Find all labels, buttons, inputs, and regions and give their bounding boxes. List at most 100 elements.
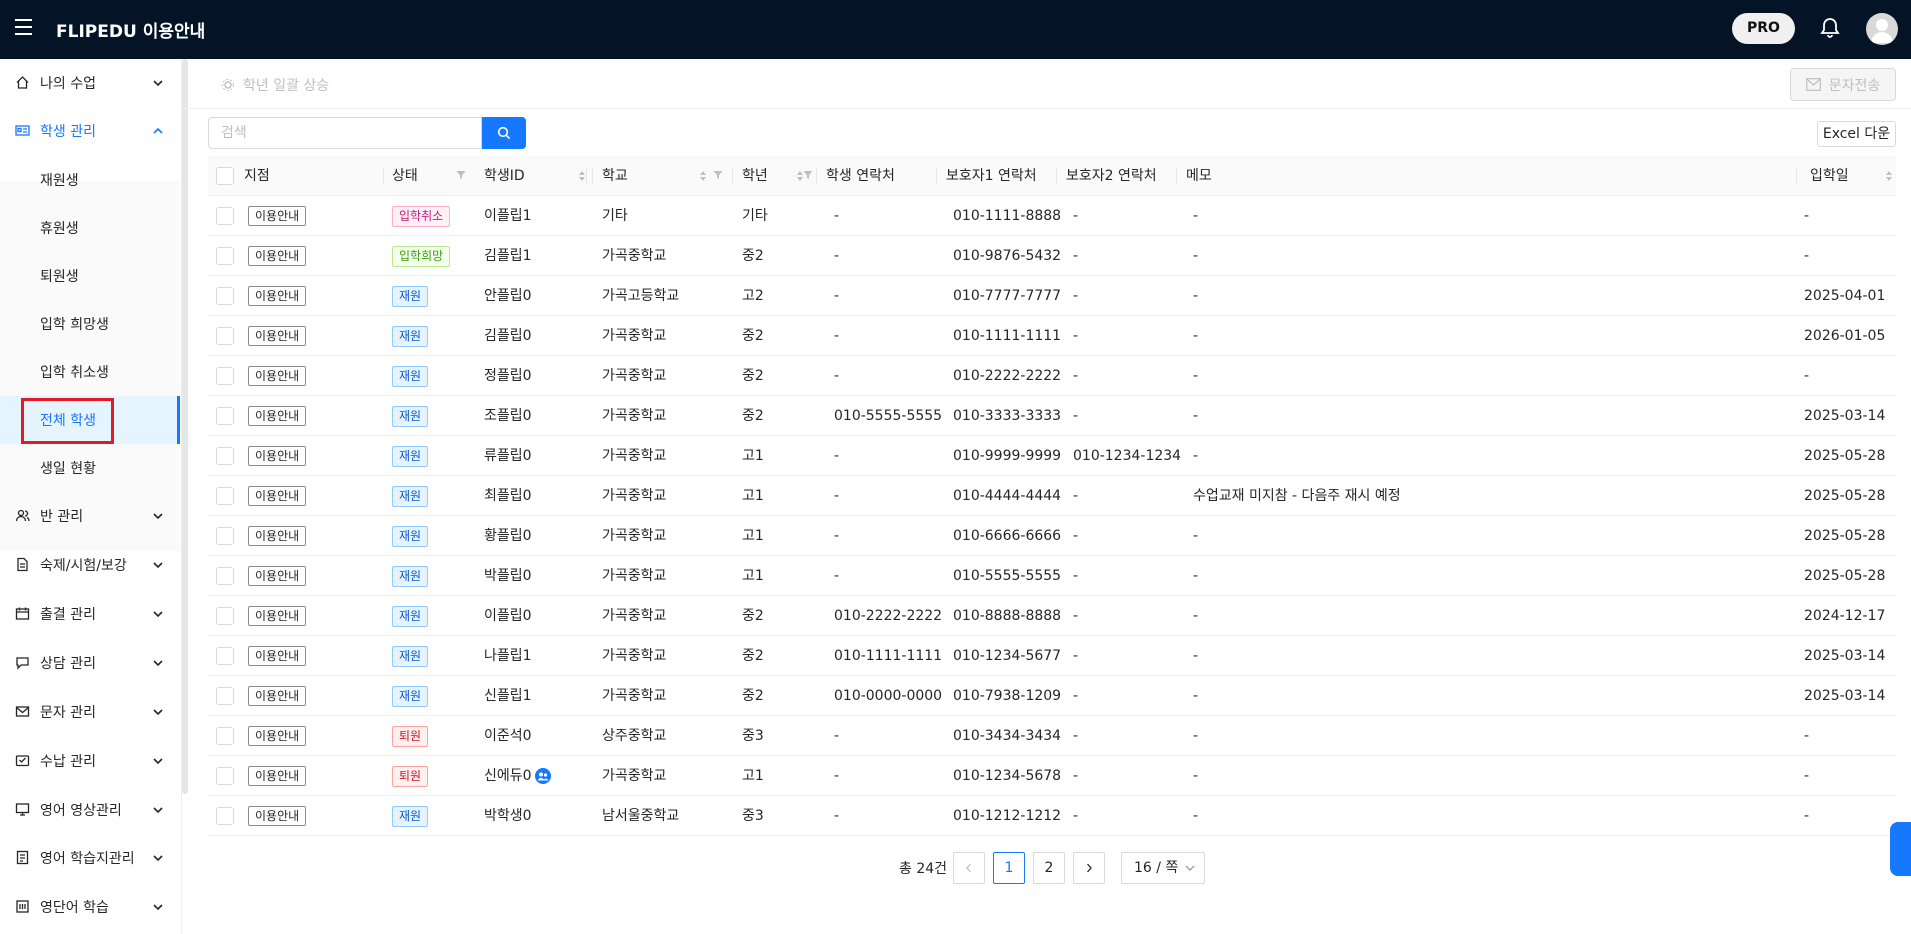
filter-icon[interactable] [713,170,723,180]
table-row[interactable]: 이용안내 입학취소 이플립1 기타 기타 -010-1111-8888- - - [208,196,1896,236]
search-button[interactable] [482,117,526,149]
table-row[interactable]: 이용안내 재원 김플립0 가곡중학교 중2-010-1111-1111- -2026-01… [208,316,1896,356]
student-id-link[interactable]: 나플립1 [484,636,532,676]
row-checkbox[interactable] [216,567,234,585]
table-row[interactable]: 이용안내 입학희망 김플립1 가곡중학교 중2-010-9876-5432- - - [208,236,1896,276]
column-header[interactable]: 학생 연락처 [826,156,895,196]
student-id-link[interactable]: 박플립0 [484,556,532,596]
page-2-button[interactable]: 2 [1033,852,1065,884]
row-checkbox[interactable] [216,807,234,825]
column-header[interactable]: 입학일 [1810,156,1849,196]
column-header[interactable]: 학교 [602,156,628,196]
table-row[interactable]: 이용안내 재원 류플립0 가곡중학교 고1 - 010-9999-9999 010-1234-… [208,436,1896,476]
table-row[interactable]: 이용안내 재원 나플립1 가곡중학교 중2 010-1111-1111 010-1234-5… [208,636,1896,676]
sibling-icon[interactable] [535,768,551,784]
filter-icon[interactable] [803,170,813,180]
row-checkbox[interactable] [216,767,234,785]
student-id-link[interactable]: 최플립0 [484,476,532,516]
sidebar-item-wallet[interactable]: 수납 관리 [0,737,180,785]
sort-icon[interactable] [578,170,586,182]
row-checkbox[interactable] [216,407,234,425]
row-checkbox[interactable] [216,247,234,265]
sidebar-item-book[interactable]: 영어 학습지관리 [0,834,180,882]
table-row[interactable]: 이용안내 재원 이플립0 가곡중학교 중2 010-2222-2222 010-8888-8… [208,596,1896,636]
sidebar-item-monitor[interactable]: 영어 영상관리 [0,786,180,834]
table-row[interactable]: 이용안내 재원 최플립0 가곡중학교 고1-010-4444-4444- 수업교재 미지참… [208,476,1896,516]
sort-icon[interactable] [1885,170,1893,182]
sort-icon[interactable] [699,170,707,182]
table-row[interactable]: 이용안내 퇴원 이준석0 상주중학교 중3-010-3434-3434- - - [208,716,1896,756]
sidebar-item-home[interactable]: 나의 수업 [0,59,180,107]
column-header[interactable]: 메모 [1186,156,1212,196]
submenu-item[interactable]: 퇴원생 [0,252,180,300]
student-id-link[interactable]: 신에듀0 [484,756,532,796]
student-id-link[interactable]: 류플립0 [484,436,532,476]
bulk-grade-up-button[interactable]: 학년 일괄 상승 [221,73,329,97]
row-checkbox[interactable] [216,447,234,465]
page-size-select[interactable]: 16 / 쪽 [1121,852,1205,884]
column-header[interactable]: 보호자1 연락처 [946,156,1037,196]
student-id-link[interactable]: 이준석0 [484,716,532,756]
row-checkbox[interactable] [216,647,234,665]
sidebar-item-chat[interactable]: 상담 관리 [0,639,180,687]
column-header[interactable]: 상태 [392,156,418,196]
user-avatar-icon[interactable] [1866,13,1898,45]
column-header[interactable]: 보호자2 연락처 [1066,156,1157,196]
sidebar-item-document[interactable]: 숙제/시험/보강 [0,541,180,589]
sms-send-button[interactable]: 문자전송 [1790,68,1896,101]
row-checkbox[interactable] [216,327,234,345]
page-1-button[interactable]: 1 [993,852,1025,884]
student-id-link[interactable]: 김플립1 [484,236,532,276]
table-row[interactable]: 이용안내 재원 신플립1 가곡중학교 중2 010-0000-0000 010-7938-1… [208,676,1896,716]
sidebar-scrollbar[interactable] [182,59,188,794]
student-id-link[interactable]: 이플립0 [484,596,532,636]
table-row[interactable]: 이용안내 재원 조플립0 가곡중학교 중2 010-5555-5555 010-3333-3… [208,396,1896,436]
table-row[interactable]: 이용안내 재원 안플립0 가곡고등학교 고2-010-7777-7777- -2025-0… [208,276,1896,316]
student-id-link[interactable]: 박학생0 [484,796,532,836]
row-checkbox[interactable] [216,487,234,505]
sidebar-item-mail[interactable]: 문자 관리 [0,688,180,736]
student-id-link[interactable]: 조플립0 [484,396,532,436]
table-row[interactable]: 이용안내 재원 황플립0 가곡중학교 고1-010-6666-6666- -2025-05… [208,516,1896,556]
menu-icon[interactable] [15,19,32,35]
filter-icon[interactable] [456,170,466,180]
student-id-link[interactable]: 김플립0 [484,316,532,356]
sidebar-item-users[interactable]: 반 관리 [0,492,180,540]
student-id-link[interactable]: 황플립0 [484,516,532,556]
submenu-item[interactable]: 입학 취소생 [0,348,180,396]
select-all-checkbox[interactable] [216,167,234,185]
sidebar-item-calendar[interactable]: 출결 관리 [0,590,180,638]
student-id-link[interactable]: 신플립1 [484,676,532,716]
submenu-item[interactable]: 입학 희망생 [0,300,180,348]
row-checkbox[interactable] [216,687,234,705]
student-id-link[interactable]: 이플립1 [484,196,532,236]
column-header[interactable]: 학년 [742,156,768,196]
table-row[interactable]: 이용안내 퇴원 신에듀0 가곡중학교 고1-010-1234-5678- - - [208,756,1896,796]
help-float-tab[interactable] [1890,822,1911,876]
search-input[interactable] [208,117,482,149]
next-page-button[interactable] [1073,852,1105,884]
pro-button[interactable]: PRO [1732,13,1795,44]
row-checkbox[interactable] [216,527,234,545]
sidebar-item-id-card[interactable]: 학생 관리 [0,107,180,155]
submenu-item[interactable]: 재원생 [0,156,180,204]
column-header[interactable]: 지점 [244,156,270,196]
student-id-link[interactable]: 안플립0 [484,276,532,316]
row-checkbox[interactable] [216,287,234,305]
bell-icon[interactable] [1818,16,1842,40]
row-checkbox[interactable] [216,727,234,745]
student-id-link[interactable]: 정플립0 [484,356,532,396]
row-checkbox[interactable] [216,367,234,385]
table-row[interactable]: 이용안내 재원 정플립0 가곡중학교 중2-010-2222-2222- - - [208,356,1896,396]
table-row[interactable]: 이용안내 재원 박플립0 가곡중학교 고1-010-5555-5555- -2025-05… [208,556,1896,596]
submenu-item[interactable]: 생일 현황 [0,444,180,492]
row-checkbox[interactable] [216,607,234,625]
row-checkbox[interactable] [216,207,234,225]
column-header[interactable]: 학생ID [484,156,525,196]
submenu-item[interactable]: 휴원생 [0,204,180,252]
excel-download-button[interactable]: Excel 다운 [1817,121,1896,147]
sidebar-item-dictionary[interactable]: 영단어 학습 [0,883,180,931]
prev-page-button[interactable] [953,852,985,884]
table-row[interactable]: 이용안내 재원 박학생0 남서울중학교 중3-010-1212-1212- - - [208,796,1896,836]
brand[interactable]: FLIPEDU 이용안내 [56,17,205,42]
